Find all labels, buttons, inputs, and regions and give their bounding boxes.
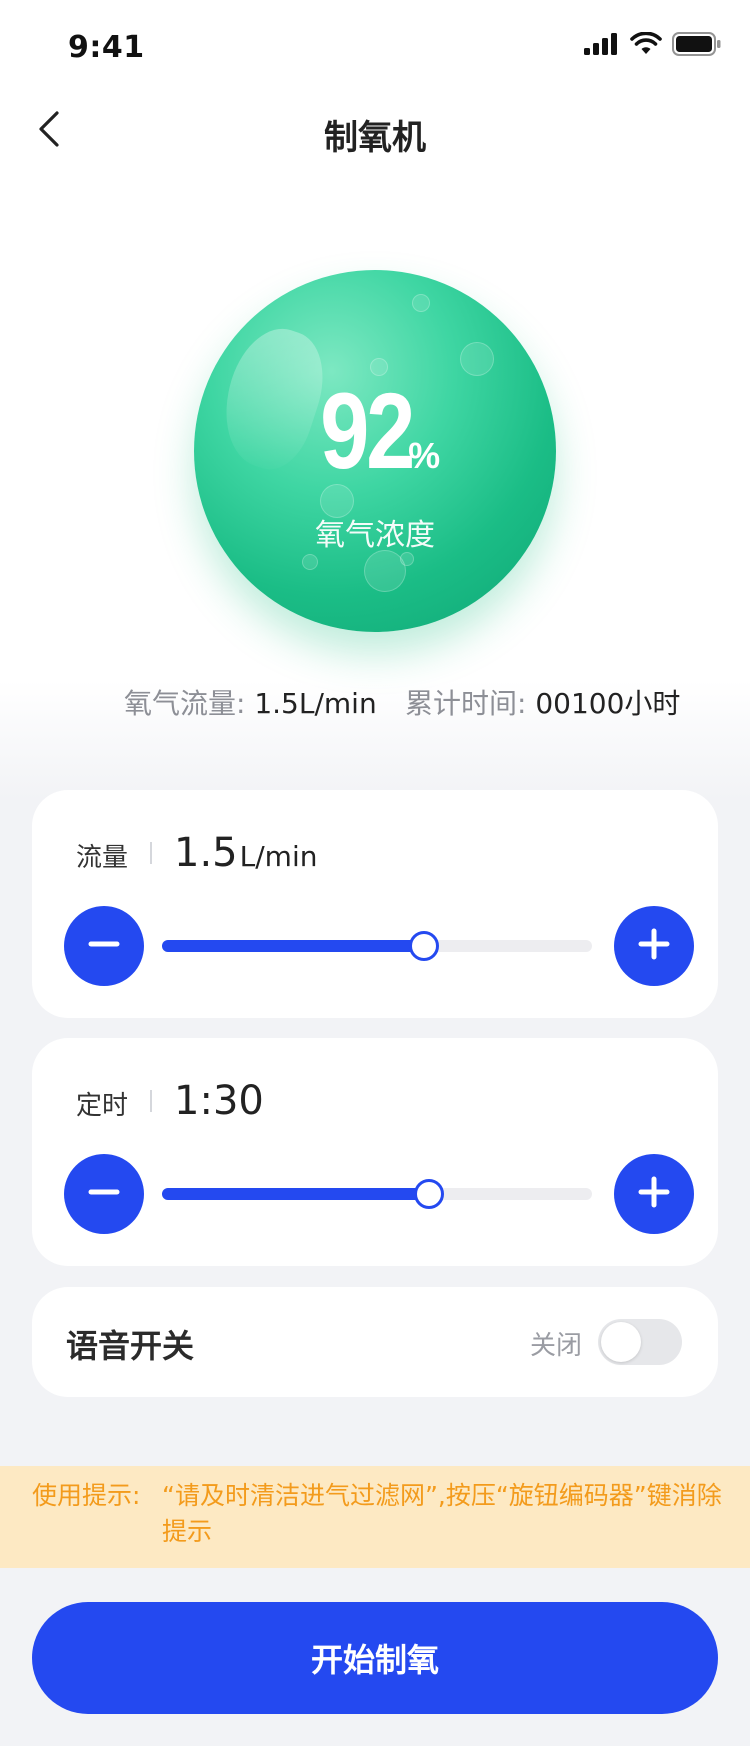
timer-slider-fill [162,1188,429,1200]
stats-row: 氧气流量: 1.5L/min 累计时间: 00100小时 [0,682,750,722]
start-oxygen-button[interactable]: 开始制氧 [32,1602,718,1714]
flow-control-label: 流量 [76,843,129,873]
tip-text: “请及时清洁进气过滤网”,按压“旋钮编码器”键消除提示 [162,1481,722,1546]
timer-decrease-button[interactable] [64,1154,144,1234]
page-title: 制氧机 [324,118,426,158]
status-time: 9:41 [68,30,145,65]
voice-switch-state: 关闭 [529,1331,582,1361]
toggle-knob [601,1322,641,1362]
cellular-signal-icon [584,33,620,59]
divider [150,1090,153,1112]
oxygen-percentage: 92 [320,370,415,491]
time-stat: 累计时间: 00100小时 [405,682,680,722]
flow-slider-handle[interactable] [409,931,440,961]
voice-switch-label: 语音开关 [66,1327,195,1365]
timer-control-header: 定时 1:30 [76,1078,264,1124]
flow-stat-label: 氧气流量: [124,687,246,720]
timer-slider-handle[interactable] [413,1179,444,1209]
plus-icon [637,927,671,965]
status-bar: 9:41 [0,0,750,88]
timer-control-card: 定时 1:30 [32,1038,718,1266]
minus-icon [87,1175,121,1213]
tip-banner: 使用提示: “请及时清洁进气过滤网”,按压“旋钮编码器”键消除提示 [0,1466,750,1568]
time-stat-value: 00100小时 [535,687,681,720]
oxygen-gauge: 92% 氧气浓度 [194,270,556,632]
timer-increase-button[interactable] [614,1154,694,1234]
status-icons [584,31,722,60]
flow-control-header: 流量 1.5 L/min [76,830,317,876]
voice-toggle[interactable] [598,1319,682,1365]
flow-stat: 氧气流量: 1.5L/min [124,682,377,722]
bubble-decoration [412,294,430,312]
battery-icon [672,32,722,60]
divider [150,842,153,864]
timer-control-label: 定时 [76,1091,129,1121]
flow-slider[interactable] [162,931,592,961]
nav-bar: 制氧机 [0,92,750,172]
flow-control-card: 流量 1.5 L/min [32,790,718,1018]
time-stat-label: 累计时间: [405,687,527,720]
tip-label: 使用提示: [32,1481,141,1510]
bubble-decoration [302,554,318,570]
flow-control-value: 1.5 [174,830,238,876]
plus-icon [637,1175,671,1213]
minus-icon [87,927,121,965]
oxygen-value: 92% [194,368,556,493]
oxygen-orb: 92% 氧气浓度 [194,270,556,632]
flow-stat-value: 1.5L/min [254,687,377,720]
oxygen-unit: % [408,435,441,476]
flow-increase-button[interactable] [614,906,694,986]
oxygen-label: 氧气浓度 [315,518,435,553]
wifi-icon [630,31,662,60]
timer-slider[interactable] [162,1179,592,1209]
timer-control-value: 1:30 [174,1078,264,1124]
flow-control-unit: L/min [239,840,318,873]
voice-switch-card: 语音开关 关闭 [32,1287,718,1397]
flow-slider-fill [162,940,425,952]
flow-decrease-button[interactable] [64,906,144,986]
bubble-decoration [400,552,414,566]
